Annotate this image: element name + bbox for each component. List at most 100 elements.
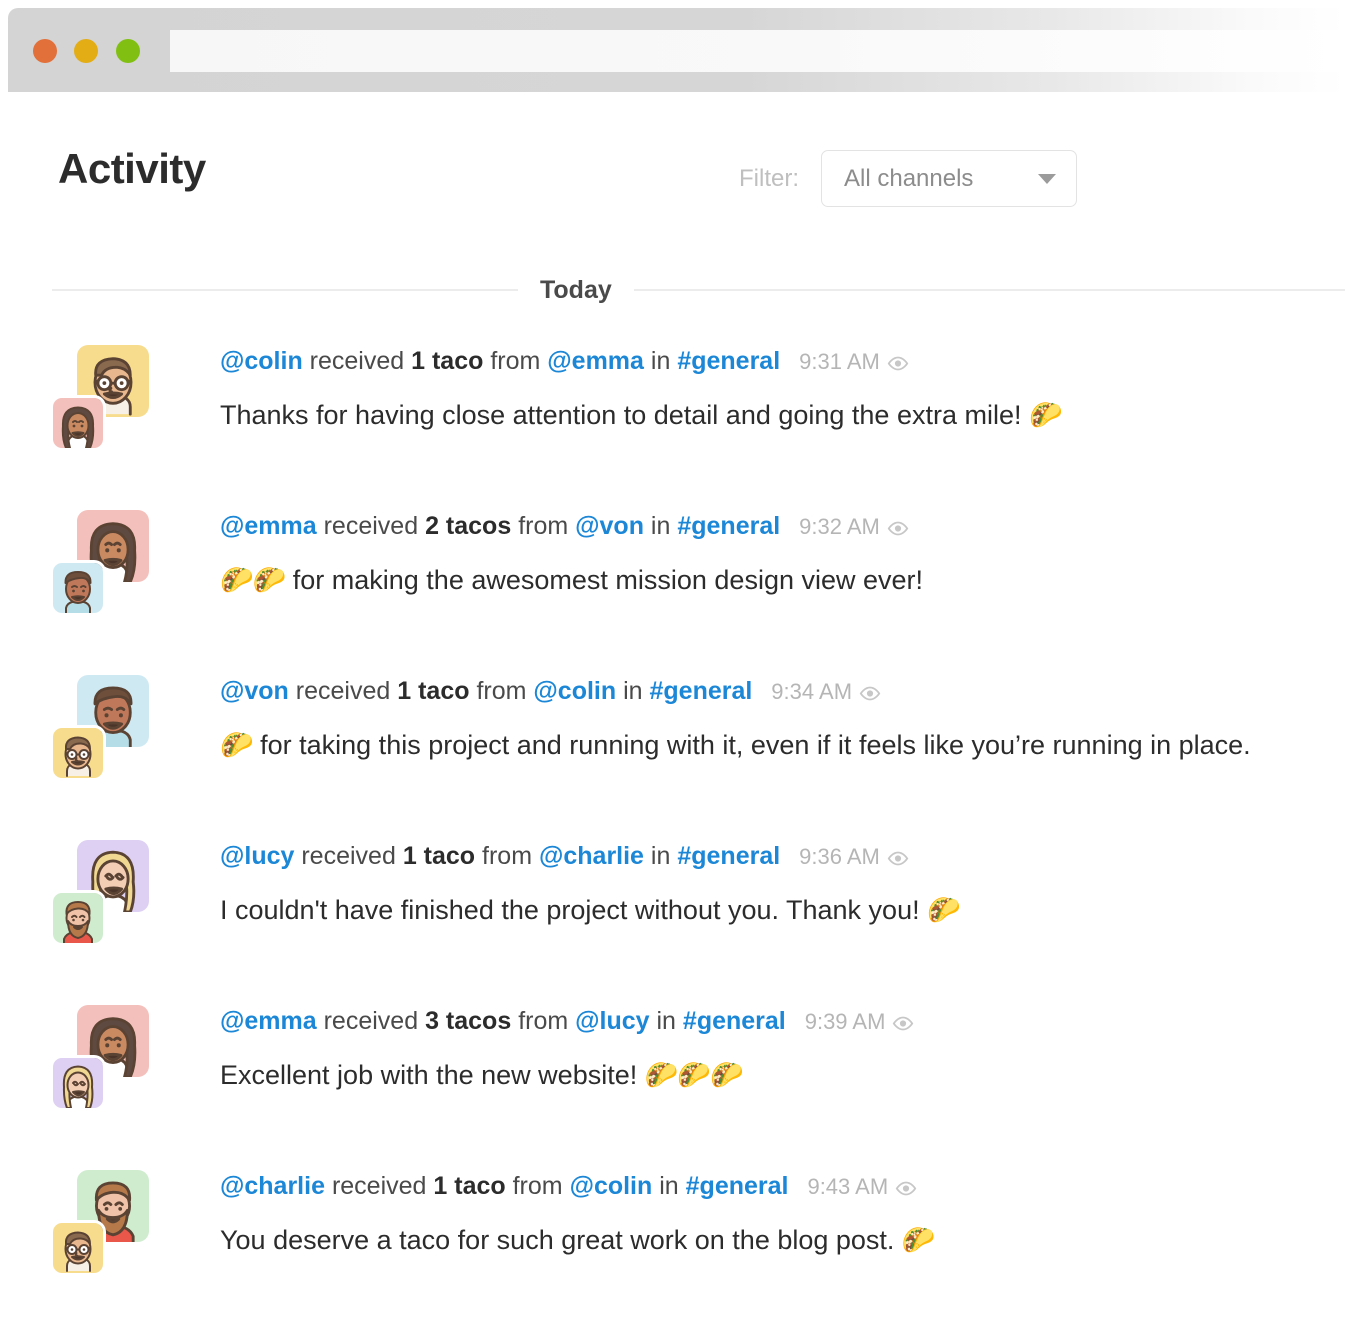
browser-address-bar[interactable]	[170, 30, 1345, 72]
avatar-stack	[53, 330, 177, 454]
recipient-mention[interactable]: @lucy	[220, 842, 294, 870]
avatar-giver[interactable]	[53, 1058, 103, 1108]
taco-amount: 1 taco	[402, 842, 476, 870]
day-divider-label: Today	[540, 275, 612, 304]
message-timestamp: 9:31 AM	[799, 349, 880, 374]
from-label: from	[518, 1007, 569, 1035]
channel-link[interactable]: #general	[650, 677, 753, 705]
in-label: in	[659, 1172, 679, 1200]
taco-amount: 2 tacos	[425, 512, 512, 540]
activity-row[interactable]: @lucy received 1 taco from @charlie in #…	[0, 825, 1345, 990]
message-text-content: Thanks for having close attention to det…	[220, 400, 1029, 430]
message-text: 🌮 for taking this project and running wi…	[220, 727, 1345, 763]
message-text-content: Excellent job with the new website!	[220, 1060, 645, 1090]
from-label: from	[482, 842, 533, 870]
in-label: in	[623, 677, 643, 705]
taco-emoji-trailing: 🌮	[901, 1225, 936, 1255]
giver-mention[interactable]: @colin	[570, 1172, 653, 1200]
avatar-giver[interactable]	[53, 728, 103, 778]
avatar-stack	[53, 495, 177, 619]
chevron-down-icon	[1038, 173, 1056, 184]
taco-emoji-leading: 🌮	[220, 730, 254, 760]
giver-mention[interactable]: @charlie	[539, 842, 644, 870]
avatar-giver[interactable]	[53, 398, 103, 448]
giver-mention[interactable]: @colin	[533, 677, 616, 705]
avatar-stack	[53, 990, 177, 1114]
recipient-mention[interactable]: @emma	[220, 512, 317, 540]
avatar-giver[interactable]	[53, 893, 103, 943]
message-text-content: I couldn't have finished the project wit…	[220, 895, 928, 925]
avatar-stack	[53, 660, 177, 784]
in-label: in	[650, 842, 671, 870]
taco-amount: 1 taco	[433, 1172, 506, 1200]
avatar-giver[interactable]	[53, 563, 103, 613]
channel-link[interactable]: #general	[686, 1172, 789, 1200]
avatar-giver[interactable]	[53, 1223, 103, 1273]
channel-link[interactable]: #general	[677, 347, 780, 375]
window-chrome	[8, 8, 1345, 92]
activity-row[interactable]: @emma received 3 tacos from @lucy in #ge…	[0, 990, 1345, 1155]
message-text-content: for making the awesomest mission design …	[285, 565, 924, 595]
filter-label: Filter:	[739, 164, 799, 192]
channel-link[interactable]: #general	[677, 842, 780, 870]
activity-row[interactable]: @emma received 2 tacos from @von in #gen…	[0, 495, 1345, 660]
message-text-content: You deserve a taco for such great work o…	[220, 1225, 902, 1255]
verb-label: received	[295, 677, 391, 705]
eye-icon[interactable]	[852, 677, 881, 705]
recipient-mention[interactable]: @von	[220, 677, 289, 705]
message-text: Excellent job with the new website! 🌮🌮🌮	[220, 1057, 1345, 1093]
message-text-content: for taking this project and running with…	[252, 730, 1251, 760]
message-timestamp: 9:32 AM	[799, 514, 880, 539]
in-label: in	[650, 512, 671, 540]
recipient-mention[interactable]: @charlie	[220, 1172, 325, 1200]
giver-mention[interactable]: @lucy	[575, 1007, 649, 1035]
activity-row[interactable]: @colin received 1 taco from @emma in #ge…	[0, 330, 1345, 495]
message-meta: @lucy received 1 taco from @charlie in #…	[220, 839, 1345, 874]
taco-amount: 1 taco	[397, 677, 470, 705]
from-label: from	[490, 347, 541, 375]
channel-filter-value: All channels	[844, 164, 974, 192]
message-meta: @charlie received 1 taco from @colin in …	[220, 1169, 1345, 1204]
avatar-stack	[53, 1155, 177, 1279]
message-text: Thanks for having close attention to det…	[220, 397, 1345, 433]
message-text: 🌮🌮 for making the awesomest mission desi…	[220, 562, 1345, 598]
eye-icon[interactable]	[880, 842, 909, 870]
recipient-mention[interactable]: @colin	[220, 347, 303, 375]
message-body: @charlie received 1 taco from @colin in …	[220, 1169, 1345, 1258]
page-header: Activity Filter: All channels	[0, 92, 1345, 242]
eye-icon[interactable]	[885, 1007, 914, 1035]
taco-emoji-trailing: 🌮	[927, 895, 961, 925]
message-timestamp: 9:39 AM	[804, 1009, 886, 1034]
giver-mention[interactable]: @von	[575, 512, 644, 540]
message-body: @emma received 3 tacos from @lucy in #ge…	[220, 1004, 1345, 1093]
activity-row[interactable]: @charlie received 1 taco from @colin in …	[0, 1155, 1345, 1320]
eye-icon[interactable]	[888, 1172, 917, 1200]
in-label: in	[656, 1007, 676, 1035]
in-label: in	[650, 347, 671, 375]
message-meta: @emma received 2 tacos from @von in #gen…	[220, 509, 1345, 544]
divider-rule-left	[52, 289, 518, 291]
activity-row[interactable]: @von received 1 taco from @colin in #gen…	[0, 660, 1345, 825]
window-minimize-button[interactable]	[74, 39, 98, 63]
recipient-mention[interactable]: @emma	[220, 1007, 317, 1035]
message-body: @von received 1 taco from @colin in #gen…	[220, 674, 1345, 763]
verb-label: received	[331, 1172, 427, 1200]
eye-icon[interactable]	[880, 347, 909, 375]
activity-feed: @colin received 1 taco from @emma in #ge…	[0, 330, 1345, 1320]
message-body: @lucy received 1 taco from @charlie in #…	[220, 839, 1345, 928]
channel-filter-dropdown[interactable]: All channels	[821, 150, 1077, 207]
window-maximize-button[interactable]	[116, 39, 140, 63]
message-timestamp: 9:36 AM	[799, 844, 880, 869]
page-title: Activity	[58, 145, 206, 192]
window-close-button[interactable]	[33, 39, 57, 63]
verb-label: received	[301, 842, 396, 870]
channel-link[interactable]: #general	[683, 1007, 786, 1035]
message-meta: @emma received 3 tacos from @lucy in #ge…	[220, 1004, 1345, 1039]
message-timestamp: 9:34 AM	[771, 679, 853, 704]
giver-mention[interactable]: @emma	[547, 347, 644, 375]
filter-group: Filter: All channels	[739, 150, 1077, 207]
channel-link[interactable]: #general	[677, 512, 780, 540]
eye-icon[interactable]	[880, 512, 909, 540]
verb-label: received	[323, 512, 419, 540]
taco-emoji-trailing: 🌮	[1029, 400, 1063, 430]
